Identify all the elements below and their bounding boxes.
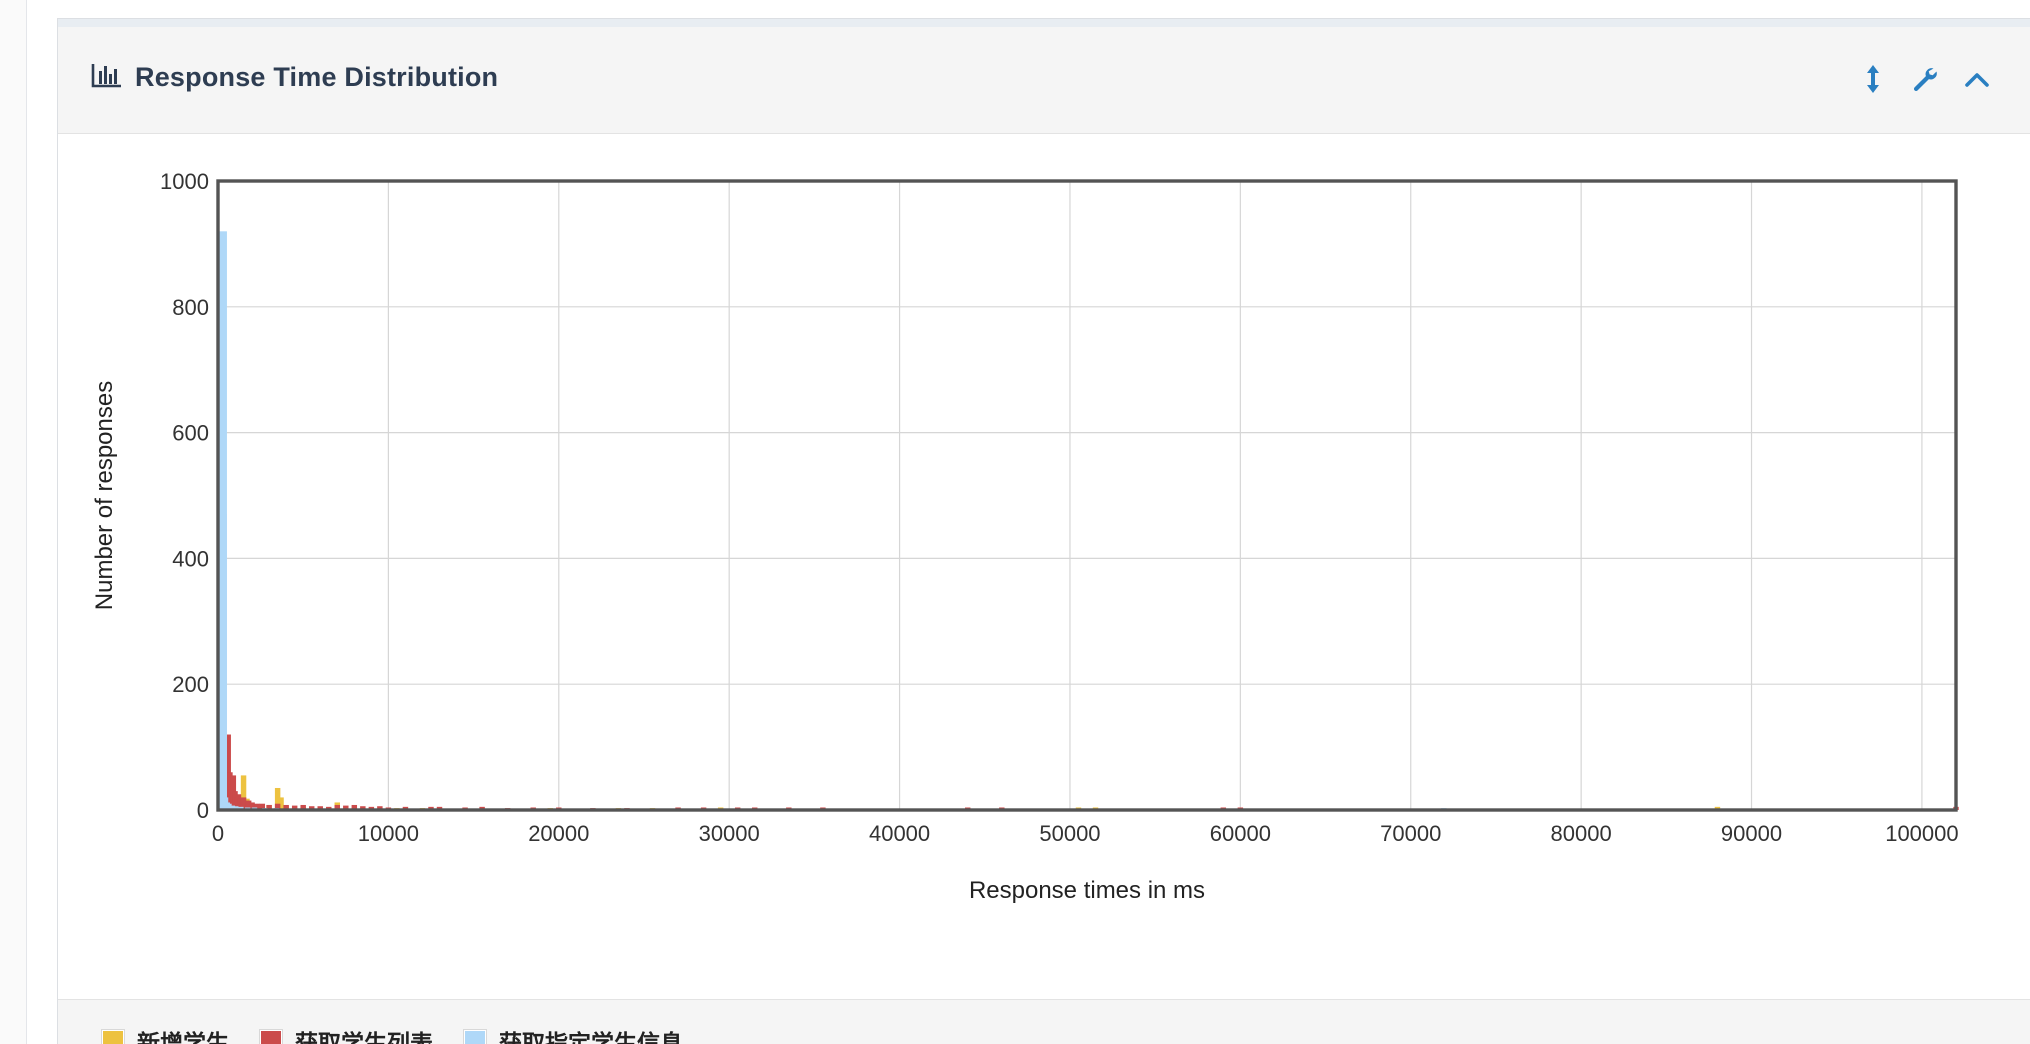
y-tick-label: 400 bbox=[172, 546, 209, 571]
x-tick-label: 20000 bbox=[528, 821, 589, 846]
legend-item-series-1[interactable]: 新增学生 bbox=[101, 1024, 229, 1044]
panel-title-group: Response Time Distribution bbox=[91, 62, 498, 93]
x-tick-label: 50000 bbox=[1039, 821, 1100, 846]
panel-header: Response Time Distribution bbox=[58, 27, 2030, 134]
legend-swatch bbox=[463, 1029, 487, 1044]
y-tick-label: 1000 bbox=[160, 169, 209, 194]
x-tick-label: 90000 bbox=[1721, 821, 1782, 846]
x-tick-label: 0 bbox=[212, 821, 224, 846]
legend-swatch bbox=[101, 1029, 125, 1044]
x-tick-label: 10000 bbox=[358, 821, 419, 846]
chart-area: 0 10000 20000 30000 40000 50000 60000 70000 8000… bbox=[58, 134, 2030, 998]
legend-label: 获取学生列表 bbox=[295, 1030, 433, 1044]
legend-swatch bbox=[259, 1029, 283, 1044]
y-tick-label: 600 bbox=[172, 421, 209, 446]
chevron-up-icon[interactable] bbox=[1963, 59, 1991, 99]
response-time-chart: 0 10000 20000 30000 40000 50000 60000 70000 8000… bbox=[91, 169, 1959, 904]
x-tick-label: 70000 bbox=[1380, 821, 1441, 846]
page: Response Time Distribution 0 10000 20000… bbox=[0, 0, 2030, 1044]
y-tick-label: 200 bbox=[172, 672, 209, 697]
bars-layer bbox=[219, 231, 1959, 810]
x-tick-label: 30000 bbox=[699, 821, 760, 846]
panel-title: Response Time Distribution bbox=[135, 62, 499, 92]
legend-item-series-2[interactable]: 获取学生列表 bbox=[259, 1024, 433, 1044]
y-tick-label: 0 bbox=[197, 798, 209, 823]
legend-item-series-3[interactable]: 获取指定学生信息 bbox=[463, 1024, 683, 1044]
y-axis-label: Number of responses bbox=[91, 381, 118, 610]
x-axis-label: Response times in ms bbox=[969, 877, 1205, 904]
panel-top-strip bbox=[58, 19, 2030, 27]
x-tick-label: 60000 bbox=[1210, 821, 1271, 846]
response-time-distribution-panel: Response Time Distribution 0 10000 20000… bbox=[57, 18, 2030, 1044]
plot-frame bbox=[216, 179, 1958, 812]
wrench-icon[interactable] bbox=[1911, 59, 1939, 99]
y-axis-ticks: 0 200 400 600 800 1000 bbox=[160, 169, 209, 823]
legend-label: 新增学生 bbox=[137, 1030, 229, 1044]
bar-chart-icon bbox=[91, 62, 123, 93]
x-tick-label: 40000 bbox=[869, 821, 930, 846]
left-rail bbox=[0, 0, 27, 1044]
panel-toolbar bbox=[1859, 59, 1991, 99]
x-tick-label: 80000 bbox=[1551, 821, 1612, 846]
x-tick-label: 100000 bbox=[1885, 821, 1958, 846]
grid-layer bbox=[218, 181, 1956, 810]
legend: 新增学生 获取学生列表 获取指定学生信息 bbox=[101, 1024, 683, 1044]
resize-vertical-icon[interactable] bbox=[1859, 59, 1887, 99]
x-axis-ticks: 0 10000 20000 30000 40000 50000 60000 70000 8000… bbox=[212, 821, 1959, 846]
legend-bar: 新增学生 获取学生列表 获取指定学生信息 bbox=[58, 999, 2030, 1044]
y-tick-label: 800 bbox=[172, 295, 209, 320]
legend-label: 获取指定学生信息 bbox=[499, 1030, 683, 1044]
